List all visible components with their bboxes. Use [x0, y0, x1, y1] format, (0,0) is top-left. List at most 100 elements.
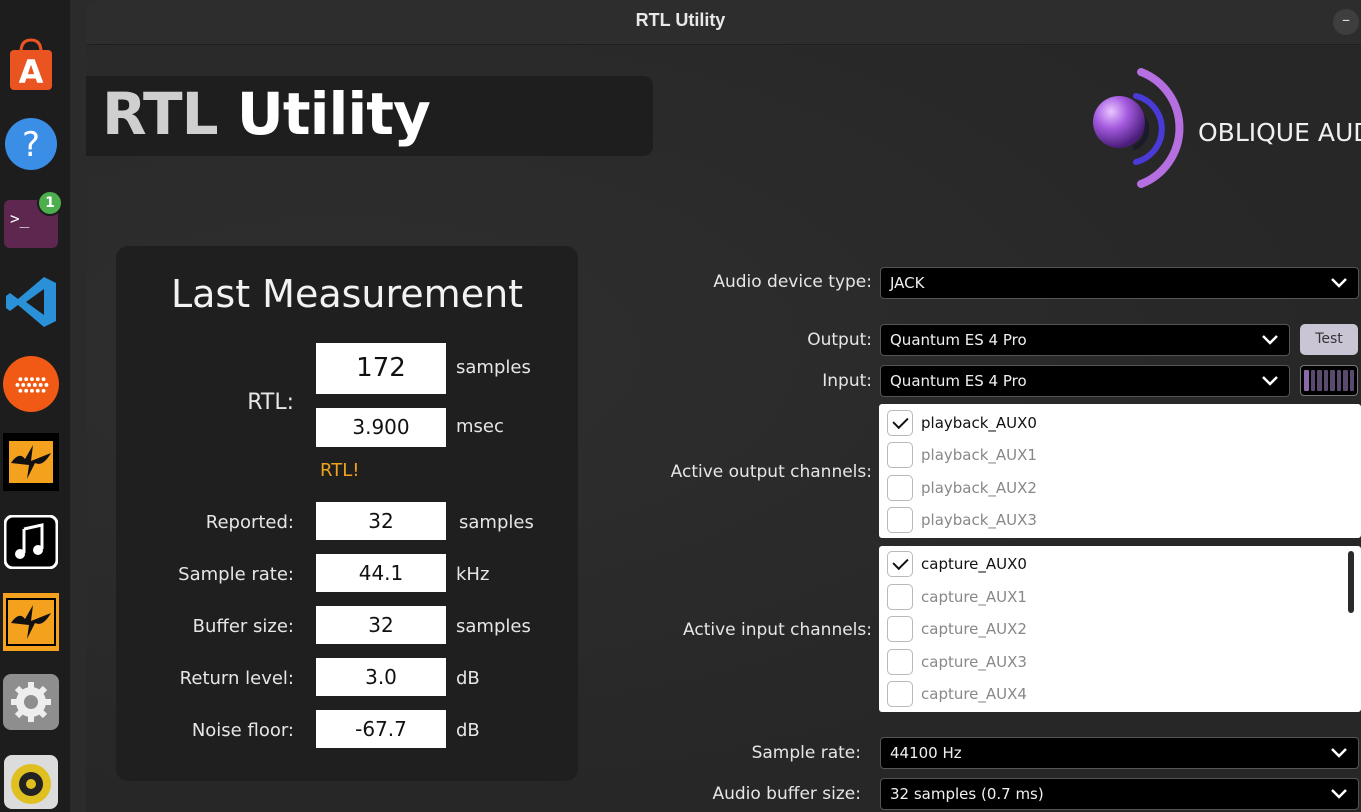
- checkbox[interactable]: [887, 616, 913, 642]
- channel-name: capture_AUX4: [921, 685, 1027, 703]
- noise-floor-label: Noise floor:: [191, 720, 294, 741]
- channel-name: playback_AUX0: [921, 414, 1037, 432]
- channel-name: playback_AUX3: [921, 511, 1037, 529]
- dock-speaker[interactable]: [3, 754, 59, 810]
- chevron-down-icon: [1262, 376, 1278, 386]
- reported-value: 32: [316, 502, 446, 540]
- channel-name: capture_AUX3: [921, 653, 1027, 671]
- dock-reaper-1[interactable]: [3, 433, 59, 491]
- banner-rtl: RTL: [102, 80, 219, 148]
- output-value: Quantum ES 4 Pro: [890, 331, 1027, 349]
- input-level-meter: [1300, 365, 1358, 396]
- sample-rate-setting-value: 44100 Hz: [890, 744, 962, 762]
- sample-rate-value: 44.1: [316, 554, 446, 592]
- list-item[interactable]: playback_AUX0: [887, 410, 1037, 436]
- banner-title: RTL Utility: [102, 80, 431, 148]
- dock-reaper-2[interactable]: [3, 593, 59, 651]
- checkbox[interactable]: [887, 551, 913, 577]
- dock-app-center[interactable]: A: [3, 36, 59, 92]
- window-title: RTL Utility: [635, 10, 726, 30]
- banner-utility: Utility: [236, 80, 431, 148]
- dock-audio-app[interactable]: [3, 356, 59, 412]
- list-item[interactable]: playback_AUX2: [887, 475, 1037, 501]
- dock-settings[interactable]: [3, 674, 59, 730]
- help-icon: ?: [5, 118, 57, 170]
- chevron-down-icon: [1331, 789, 1347, 799]
- gear-icon: [3, 674, 59, 730]
- active-input-label: Active input channels:: [683, 620, 872, 640]
- notification-badge: 1: [37, 190, 63, 216]
- speaker-icon: [4, 755, 58, 809]
- input-channel-list[interactable]: capture_AUX0 capture_AUX1 capture_AUX2 c…: [879, 546, 1361, 712]
- sample-rate-select[interactable]: 44100 Hz: [880, 737, 1359, 769]
- buffer-size-unit: samples: [456, 616, 531, 637]
- channel-name: capture_AUX0: [921, 555, 1027, 573]
- list-item[interactable]: capture_AUX1: [887, 584, 1027, 610]
- channel-name: playback_AUX1: [921, 446, 1037, 464]
- noise-floor-value: -67.7: [316, 710, 446, 748]
- dock-help[interactable]: ?: [3, 116, 59, 172]
- device-type-value: JACK: [890, 274, 925, 292]
- vscode-icon: [6, 277, 56, 327]
- device-type-select[interactable]: JACK: [880, 267, 1359, 299]
- svg-text:A: A: [19, 53, 44, 90]
- list-item[interactable]: playback_AUX3: [887, 507, 1037, 533]
- checkbox[interactable]: [887, 681, 913, 707]
- checkbox[interactable]: [887, 442, 913, 468]
- buffer-size-value: 32: [316, 606, 446, 644]
- scrollbar[interactable]: [1348, 551, 1354, 613]
- output-channel-list[interactable]: playback_AUX0 playback_AUX1 playback_AUX…: [879, 404, 1361, 538]
- rtl-msec-unit: msec: [456, 416, 504, 437]
- input-label: Input:: [822, 371, 872, 391]
- main-content: RTL Utility OBLIQUE AUD Last Measurement…: [86, 46, 1361, 812]
- checkbox[interactable]: [887, 410, 913, 436]
- channel-name: capture_AUX2: [921, 620, 1027, 638]
- active-output-label: Active output channels:: [670, 462, 872, 482]
- dock-vscode[interactable]: [3, 274, 59, 330]
- lightning-icon: [3, 433, 59, 491]
- test-button[interactable]: Test: [1300, 324, 1358, 355]
- list-item[interactable]: playback_AUX1: [887, 442, 1037, 468]
- checkbox[interactable]: [887, 507, 913, 533]
- dots-grid-icon: [3, 356, 59, 412]
- chevron-down-icon: [1331, 278, 1347, 288]
- sample-rate-label: Sample rate:: [178, 564, 294, 585]
- title-bar[interactable]: RTL Utility –: [86, 0, 1361, 45]
- shopping-bag-icon: A: [10, 38, 52, 90]
- buffer-size-setting-value: 32 samples (0.7 ms): [890, 785, 1044, 803]
- return-level-value: 3.0: [316, 658, 446, 696]
- music-note-icon: [4, 515, 58, 569]
- buffer-size-select[interactable]: 32 samples (0.7 ms): [880, 778, 1359, 810]
- checkbox[interactable]: [887, 649, 913, 675]
- list-item[interactable]: capture_AUX4: [887, 681, 1027, 707]
- return-level-label: Return level:: [179, 668, 294, 689]
- minimize-button[interactable]: –: [1333, 9, 1359, 35]
- list-item[interactable]: capture_AUX0: [887, 551, 1027, 577]
- rtl-warning: RTL!: [320, 460, 360, 481]
- input-value: Quantum ES 4 Pro: [890, 372, 1027, 390]
- list-item[interactable]: capture_AUX2: [887, 616, 1027, 642]
- device-type-label: Audio device type:: [713, 272, 872, 292]
- checkbox[interactable]: [887, 584, 913, 610]
- last-measurement-panel: Last Measurement RTL: 172 samples 3.900 …: [116, 246, 578, 781]
- brand-logo: OBLIQUE AUD: [1091, 66, 1361, 191]
- reported-label: Reported:: [205, 512, 294, 533]
- svg-text:>_: >_: [10, 209, 30, 228]
- list-item[interactable]: capture_AUX3: [887, 649, 1027, 675]
- app-window: RTL Utility – RTL Utility OBLIQUE AUD La…: [86, 0, 1361, 812]
- sample-rate-unit: kHz: [456, 564, 490, 585]
- panel-title: Last Measurement: [170, 272, 524, 316]
- input-select[interactable]: Quantum ES 4 Pro: [880, 365, 1290, 397]
- svg-text:?: ?: [22, 125, 40, 165]
- dock-terminal[interactable]: >_ 1: [3, 190, 63, 252]
- return-level-unit: dB: [456, 668, 480, 689]
- sample-rate-setting-label: Sample rate:: [751, 743, 861, 763]
- buffer-size-setting-label: Audio buffer size:: [712, 784, 861, 804]
- checkbox[interactable]: [887, 475, 913, 501]
- oblique-audio-logo-icon: [1093, 68, 1184, 188]
- output-select[interactable]: Quantum ES 4 Pro: [880, 324, 1290, 356]
- channel-name: capture_AUX1: [921, 588, 1027, 606]
- dock-music[interactable]: [3, 514, 59, 570]
- output-label: Output:: [807, 330, 872, 350]
- channel-name: playback_AUX2: [921, 479, 1037, 497]
